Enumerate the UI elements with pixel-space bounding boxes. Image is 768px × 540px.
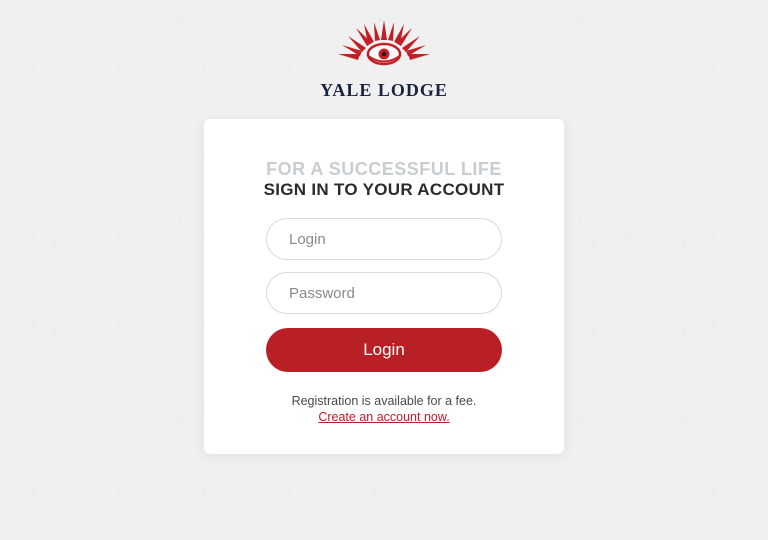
- password-input[interactable]: [266, 272, 502, 314]
- tagline-text: FOR A SUCCESSFUL LIFE: [250, 159, 518, 180]
- sunburst-eye-logo-icon: [334, 20, 434, 82]
- brand-name: YALE LODGE: [320, 80, 448, 101]
- login-input[interactable]: [266, 218, 502, 260]
- registration-info-text: Registration is available for a fee.: [250, 394, 518, 408]
- login-card: FOR A SUCCESSFUL LIFE SIGN IN TO YOUR AC…: [204, 119, 564, 454]
- login-button[interactable]: Login: [266, 328, 502, 372]
- brand-logo-block: YALE LODGE: [320, 20, 448, 101]
- signin-title: SIGN IN TO YOUR ACCOUNT: [250, 180, 518, 200]
- create-account-link[interactable]: Create an account now.: [318, 410, 449, 424]
